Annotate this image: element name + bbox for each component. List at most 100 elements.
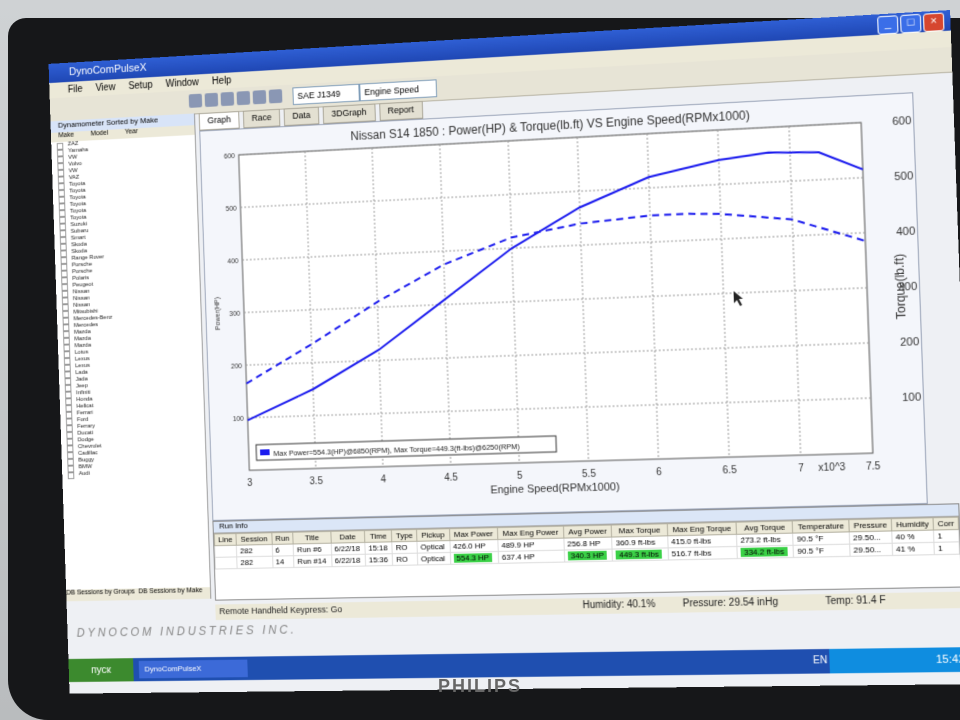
x-tick-label: 7.5 — [866, 461, 881, 473]
language-indicator[interactable]: EN — [813, 655, 828, 666]
run-info-col-header[interactable]: Title — [293, 531, 331, 544]
system-tray: 15:42 — [829, 647, 960, 674]
run-info-col-header[interactable]: Time — [364, 530, 393, 543]
grid-icon[interactable] — [252, 89, 267, 105]
menu-view[interactable]: View — [95, 82, 115, 94]
run-info-panel: Run Info Line Session Run Title Date Time Type… — [212, 503, 960, 601]
y-right-tick-label: 100 — [902, 391, 922, 404]
sessions-sidebar: Dynamometer Sorted by Make Make Model Ye… — [50, 113, 212, 602]
y-left-tick-label: 600 — [224, 153, 235, 161]
run-info-col-header[interactable]: Corr — [933, 517, 959, 531]
table-cell: RO — [392, 553, 418, 566]
run-info-col-header[interactable]: Date — [330, 530, 365, 544]
table-cell: 282 — [236, 556, 273, 569]
x-tick-label: 7 — [798, 463, 804, 475]
highlighted-value: 449.3 ft-lbs — [616, 549, 662, 560]
run-info-col-header[interactable]: Max Power — [449, 527, 498, 541]
y-right-tick-label: 200 — [900, 336, 920, 349]
table-cell: 426.0 HP — [449, 539, 499, 553]
table-cell: 41 % — [892, 542, 935, 556]
run-info-col-header[interactable]: Pressure — [848, 518, 892, 532]
run-info-col-header[interactable]: Line — [214, 533, 237, 546]
graph-panel: Nissan S14 1850 : Power(HP) & Torque(lb.… — [199, 92, 928, 521]
x-multiplier-label: x10^3 — [818, 462, 846, 474]
y-left-tick-label: 200 — [231, 363, 242, 370]
table-cell — [214, 545, 237, 558]
humidity-status: Humidity: 40.1% — [582, 598, 656, 612]
table-cell: Run #6 — [293, 543, 332, 556]
sidebar-tree: ZAZ Yamaha VW Volvo VW VAZ Toyota Toyota Toyota T… — [51, 135, 206, 479]
tab-db-groups[interactable]: DB Sessions by Groups — [66, 589, 135, 602]
table-cell: 6/22/18 — [331, 554, 366, 567]
run-info-col-header[interactable]: Avg Power — [563, 525, 613, 539]
tab-race[interactable]: Race — [242, 108, 281, 129]
table-cell: Optical — [417, 552, 451, 565]
table-cell: 90.5 °F — [793, 544, 851, 558]
watermark: DYNOCOM INDUSTRIES INC. — [76, 622, 297, 640]
sidebar-bottom-tabs: DB Sessions by Groups DB Sessions by Mak… — [66, 587, 211, 602]
monitor-brand-logo: PHILIPS — [437, 676, 522, 696]
table-cell: 334.2 ft-lbs — [737, 545, 794, 559]
x-axis-label: Engine Speed(RPMx1000) — [490, 481, 620, 497]
keypress-status: Remote Handheld Keypress: Go — [219, 604, 343, 617]
pressure-status: Pressure: 29.54 inHg — [682, 596, 779, 610]
table-cell: 1 — [933, 529, 960, 543]
table-cell: 90.5 °F — [793, 531, 850, 546]
maximize-icon[interactable]: □ — [899, 13, 922, 34]
table-cell: Optical — [416, 540, 450, 554]
plot-area — [239, 123, 873, 471]
table-cell: 449.3 ft-lbs — [612, 547, 669, 562]
table-cell: 282 — [236, 544, 273, 557]
close-icon[interactable]: × — [922, 12, 945, 33]
x-tick-label: 3.5 — [309, 476, 323, 487]
highlighted-value: 554.3 HP — [453, 553, 493, 563]
monitor-bezel: DynoComPulseX _ □ × File View Setup Wind… — [8, 10, 960, 720]
minimize-icon[interactable]: _ — [877, 15, 899, 35]
table-cell: 29.50... — [849, 530, 893, 545]
menu-help[interactable]: Help — [212, 75, 232, 87]
x-tick-label: 4.5 — [444, 472, 458, 484]
xaxis-select[interactable]: Engine Speed — [359, 79, 438, 102]
table-cell — [215, 556, 238, 570]
tab-db-make[interactable]: DB Sessions by Make — [138, 587, 202, 600]
standard-select[interactable]: SAE J1349 — [292, 83, 360, 106]
x-tick-label: 6 — [656, 467, 662, 478]
x-tick-label: 5.5 — [582, 469, 597, 481]
table-cell: 637.4 HP — [498, 550, 565, 564]
legend-swatch — [260, 449, 270, 456]
y-right-tick-label: 600 — [892, 115, 912, 129]
temp-status: Temp: 91.4 F — [825, 595, 886, 608]
run-info-col-header[interactable]: Run — [271, 532, 294, 545]
print-icon[interactable] — [220, 91, 235, 107]
highlighted-value: 340.3 HP — [567, 550, 607, 561]
table-cell: 15:36 — [365, 553, 393, 567]
tab-graph[interactable]: Graph — [198, 111, 240, 131]
run-info-col-header[interactable]: Humidity — [891, 517, 934, 531]
table-cell: 554.3 HP — [449, 551, 499, 565]
x-tick-label: 3 — [247, 478, 253, 489]
menu-setup[interactable]: Setup — [128, 79, 153, 91]
menu-file[interactable]: File — [68, 84, 83, 95]
y-left-tick-label: 400 — [227, 258, 238, 265]
table-cell: 340.3 HP — [563, 549, 613, 563]
run-info-col-header[interactable]: Session — [236, 532, 272, 546]
open-icon[interactable] — [188, 93, 203, 108]
tab-data[interactable]: Data — [283, 106, 320, 127]
y-left-tick-label: 100 — [233, 416, 244, 423]
y-left-tick-label: 300 — [229, 311, 240, 318]
x-tick-label: 6.5 — [722, 465, 737, 477]
menu-window[interactable]: Window — [165, 77, 199, 90]
table-cell: 15:18 — [364, 541, 393, 555]
zoom-icon[interactable] — [236, 90, 251, 106]
table-cell: 6 — [271, 543, 294, 557]
settings-icon[interactable] — [268, 89, 283, 104]
y-left-tick-label: 500 — [226, 206, 237, 213]
save-icon[interactable] — [204, 92, 219, 108]
y-left-axis-label: Power(HP) — [214, 297, 222, 330]
run-info-col-header[interactable]: Type — [391, 529, 417, 542]
power-torque-chart: 3 3.5 4 4.5 5 5.5 6 6.5 7 7.5 100 200 300 400 500 600 10… — [214, 115, 922, 497]
run-info-col-header[interactable]: Pickup — [416, 528, 450, 542]
y-right-tick-label: 400 — [896, 225, 916, 238]
y-right-axis-label: Torque(lb.ft) — [893, 253, 909, 319]
clock[interactable]: 15:42 — [936, 653, 960, 666]
